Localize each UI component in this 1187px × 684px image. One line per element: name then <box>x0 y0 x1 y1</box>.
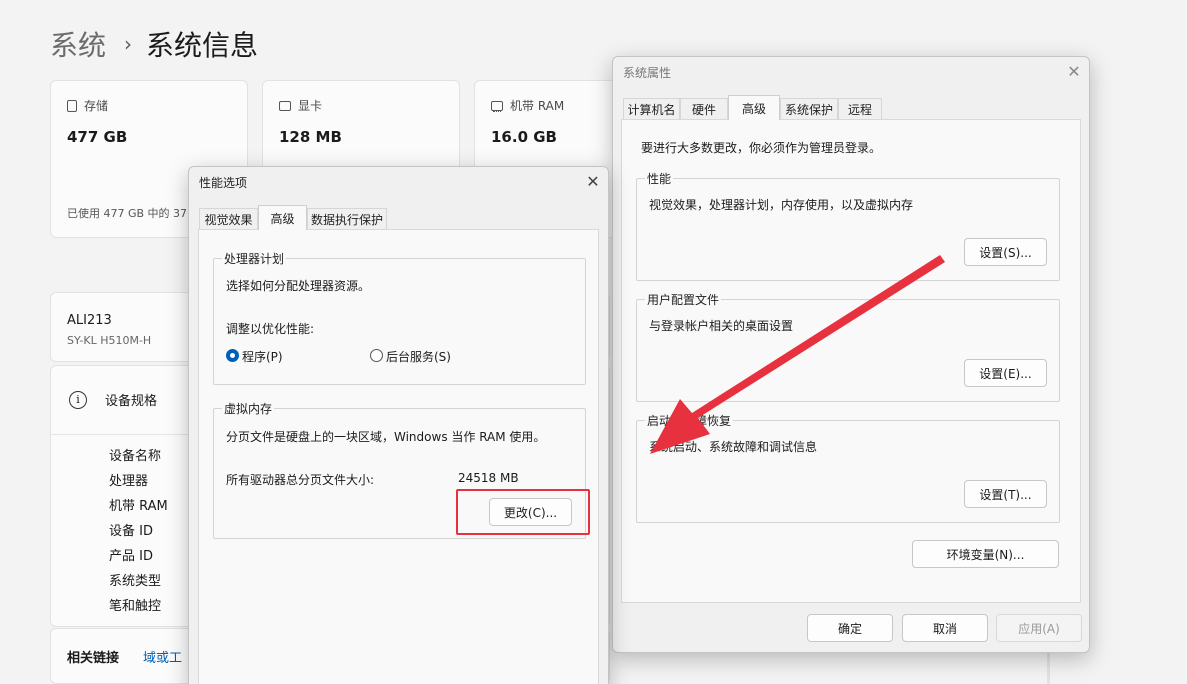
related-links-title: 相关链接 <box>67 651 120 666</box>
apply-button[interactable]: 应用(A) <box>996 614 1082 642</box>
gpu-label: 显卡 <box>298 99 323 113</box>
performance-group-label: 性能 <box>645 170 674 187</box>
gpu-icon <box>279 100 291 111</box>
tab-computer-name[interactable]: 计算机名 <box>623 98 680 120</box>
related-link-domain[interactable]: 域或工 <box>143 647 182 666</box>
device-spec-header[interactable]: i 设备规格 <box>69 390 157 409</box>
environment-variables-button[interactable]: 环境变量(N)... <box>912 540 1059 568</box>
spec-label: 设备 ID <box>109 524 153 539</box>
advanced-tab-panel: 要进行大多数更改，你必须作为管理员登录。 性能 视觉效果，处理器计划，内存使用，… <box>621 119 1081 603</box>
storage-usage: 已使用 477 GB 中的 37 <box>67 207 188 220</box>
tab-advanced[interactable]: 高级 <box>728 95 780 120</box>
ok-button[interactable]: 确定 <box>807 614 893 642</box>
close-icon[interactable]: ✕ <box>1061 59 1087 83</box>
performance-options-dialog: 性能选项 ✕ 视觉效果 高级 数据执行保护 处理器计划 选择如何分配处理器资源。… <box>188 166 609 684</box>
spec-label: 设备名称 <box>109 449 162 464</box>
tab-visual-effects[interactable]: 视觉效果 <box>199 208 258 230</box>
device-spec-title: 设备规格 <box>105 394 158 409</box>
processor-description: 选择如何分配处理器资源。 <box>226 279 371 293</box>
advanced-tab-panel: 处理器计划 选择如何分配处理器资源。 调整以优化性能: 程序(P) 后台服务(S… <box>198 229 599 684</box>
spec-label-list: 设备名称 处理器 机带 RAM 设备 ID 产品 ID 系统类型 笔和触控 <box>109 444 168 619</box>
user-profiles-settings-button[interactable]: 设置(E)... <box>964 359 1047 387</box>
optimize-label: 调整以优化性能: <box>226 322 315 336</box>
spec-label: 机带 RAM <box>109 499 168 514</box>
ram-label: 机带 RAM <box>510 99 565 113</box>
background-services-radio-label[interactable]: 后台服务(S) <box>386 348 451 365</box>
startup-recovery-group: 启动和故障恢复 系统启动、系统故障和调试信息 设置(T)... <box>636 412 1060 523</box>
tab-hardware[interactable]: 硬件 <box>680 98 728 120</box>
startup-recovery-group-label: 启动和故障恢复 <box>645 412 734 429</box>
ram-icon <box>491 100 503 112</box>
spec-label: 笔和触控 <box>109 599 162 614</box>
gpu-value: 128 MB <box>279 128 342 146</box>
tab-system-protection[interactable]: 系统保护 <box>780 98 838 120</box>
performance-settings-button[interactable]: 设置(S)... <box>964 238 1047 266</box>
background-services-radio[interactable] <box>370 349 383 362</box>
spec-label: 产品 ID <box>109 549 153 564</box>
processor-scheduling-group: 处理器计划 选择如何分配处理器资源。 调整以优化性能: 程序(P) 后台服务(S… <box>213 250 586 385</box>
spec-label: 系统类型 <box>109 574 162 589</box>
info-icon: i <box>69 390 87 409</box>
startup-recovery-description: 系统启动、系统故障和调试信息 <box>649 440 818 454</box>
user-profiles-group: 用户配置文件 与登录帐户相关的桌面设置 设置(E)... <box>636 291 1060 402</box>
dialog-title: 性能选项 <box>199 176 248 190</box>
performance-group: 性能 视觉效果，处理器计划，内存使用，以及虚拟内存 设置(S)... <box>636 170 1060 281</box>
virtual-memory-description: 分页文件是硬盘上的一块区域，Windows 当作 RAM 使用。 <box>226 430 546 444</box>
program-radio[interactable] <box>226 349 239 362</box>
program-radio-label[interactable]: 程序(P) <box>242 348 283 365</box>
paging-file-size-value: 24518 MB <box>458 471 519 485</box>
processor-scheduling-label: 处理器计划 <box>222 250 287 267</box>
virtual-memory-label: 虚拟内存 <box>222 400 275 417</box>
startup-recovery-settings-button[interactable]: 设置(T)... <box>964 480 1047 508</box>
spec-label: 处理器 <box>109 474 149 489</box>
storage-value: 477 GB <box>67 128 128 146</box>
user-profiles-description: 与登录帐户相关的桌面设置 <box>649 319 794 333</box>
storage-icon <box>67 99 77 112</box>
page-title: 系统信息 <box>146 29 259 62</box>
breadcrumb-separator-icon: › <box>124 32 133 56</box>
dialog-title: 系统属性 <box>623 66 672 80</box>
highlight-box <box>456 489 590 535</box>
breadcrumb-parent[interactable]: 系统 <box>50 24 106 64</box>
cancel-button[interactable]: 取消 <box>902 614 988 642</box>
tab-data-execution-prevention[interactable]: 数据执行保护 <box>307 208 387 230</box>
performance-description: 视觉效果，处理器计划，内存使用，以及虚拟内存 <box>649 198 914 212</box>
paging-file-size-label: 所有驱动器总分页文件大小: <box>226 473 375 487</box>
storage-label: 存储 <box>84 99 109 113</box>
breadcrumb: 系统 › 系统信息 <box>50 24 258 64</box>
user-profiles-group-label: 用户配置文件 <box>645 291 722 308</box>
admin-note: 要进行大多数更改，你必须作为管理员登录。 <box>641 141 882 155</box>
close-icon[interactable]: ✕ <box>580 169 606 193</box>
tab-advanced[interactable]: 高级 <box>258 205 307 230</box>
system-properties-dialog: 系统属性 ✕ 计算机名 硬件 高级 系统保护 远程 要进行大多数更改，你必须作为… <box>612 56 1090 653</box>
tab-remote[interactable]: 远程 <box>838 98 882 120</box>
